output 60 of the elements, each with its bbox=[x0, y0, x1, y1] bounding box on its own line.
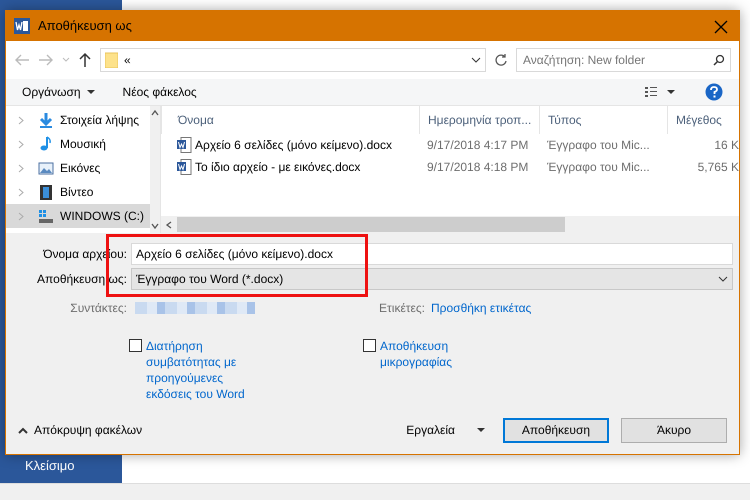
drive-icon bbox=[38, 208, 54, 224]
save-type-dropdown[interactable]: Έγγραφο του Word (*.docx) bbox=[131, 268, 733, 290]
music-note-icon bbox=[38, 136, 54, 152]
chevron-up-icon bbox=[18, 426, 28, 434]
search-icon[interactable] bbox=[713, 54, 725, 66]
dropdown-caret-icon[interactable] bbox=[718, 276, 728, 282]
view-options-icon[interactable] bbox=[645, 86, 677, 98]
sidebar-item[interactable]: Μουσική bbox=[6, 132, 150, 156]
column-header[interactable]: Τύπος bbox=[539, 106, 667, 134]
file-date: 9/17/2018 4:17 PM bbox=[426, 137, 530, 154]
close-menu-item[interactable]: Κλείσιμο bbox=[0, 456, 122, 475]
file-size: 16 K bbox=[713, 137, 739, 154]
document-app-icon bbox=[14, 18, 30, 34]
folder-icon bbox=[105, 52, 118, 68]
horizontal-scrollbar[interactable] bbox=[0, 483, 750, 500]
search-field[interactable]: Αναζήτηση: New folder bbox=[516, 48, 731, 72]
up-arrow-icon[interactable] bbox=[78, 52, 92, 68]
column-header[interactable]: Όνομα bbox=[161, 106, 419, 134]
hide-folders-button[interactable]: Απόκρυψη φακέλων bbox=[18, 421, 142, 439]
file-name: Αρχείο 6 σελίδες (μόνο κείμενο).docx bbox=[195, 137, 392, 154]
refresh-icon[interactable] bbox=[494, 53, 508, 67]
file-type: Έγγραφο του Mic... bbox=[546, 159, 651, 176]
sidebar-item[interactable]: Στοιχεία λήψης bbox=[6, 108, 150, 132]
file-name: Το ίδιο αρχείο - με εικόνες.docx bbox=[195, 159, 360, 176]
word-document-icon bbox=[177, 159, 192, 175]
help-icon[interactable] bbox=[705, 83, 723, 101]
film-strip-icon bbox=[38, 184, 54, 200]
caret-icon bbox=[86, 90, 95, 94]
picture-icon bbox=[38, 160, 54, 176]
field-label: Ετικέτες: bbox=[378, 300, 425, 317]
caret-icon bbox=[477, 428, 485, 432]
checkbox[interactable] bbox=[129, 339, 142, 352]
file-date: 9/17/2018 4:18 PM bbox=[426, 159, 530, 176]
word-document-icon bbox=[177, 137, 192, 153]
address-bar[interactable]: « bbox=[100, 48, 486, 72]
add-tag-link[interactable]: Προσθήκη ετικέτας bbox=[431, 299, 532, 317]
checkbox-label[interactable]: Αποθήκευση μικρογραφίας bbox=[380, 338, 505, 370]
column-header[interactable]: Ημερομηνία τροπ... bbox=[419, 106, 539, 134]
sidebar-item[interactable]: Βίντεο bbox=[6, 180, 150, 204]
file-type: Έγγραφο του Mic... bbox=[546, 137, 651, 154]
checkbox[interactable] bbox=[363, 339, 376, 352]
column-header[interactable]: Μέγεθος bbox=[667, 106, 739, 134]
cancel-button[interactable]: Άκυρο bbox=[621, 418, 727, 442]
file-size: 5,765 K bbox=[696, 159, 739, 176]
file-row[interactable]: Αρχείο 6 σελίδες (μόνο κείμενο).docx 9/17/2018 4:17 PM Έγγραφο του Mic... 16 K bbox=[161, 134, 739, 156]
new-folder-button[interactable]: Νέος φάκελος bbox=[122, 83, 197, 101]
download-arrow-icon bbox=[38, 112, 54, 128]
scrollbar-thumb[interactable] bbox=[177, 217, 565, 232]
save-button[interactable]: Αποθήκευση bbox=[503, 418, 609, 442]
window-title: Αποθήκευση ως bbox=[38, 17, 132, 36]
field-label: Συντάκτες: bbox=[69, 300, 127, 317]
sidebar-item[interactable]: WINDOWS (C:) bbox=[6, 204, 150, 228]
file-row[interactable]: Το ίδιο αρχείο - με εικόνες.docx 9/17/2018 4:18 PM Έγγραφο του Mic... 5,765 K bbox=[161, 156, 739, 178]
dropdown-caret-icon[interactable] bbox=[471, 57, 481, 63]
organize-menu[interactable]: Οργάνωση bbox=[22, 83, 95, 101]
checkbox-label[interactable]: Διατήρηση συμβατότητας με προηγούμενες εκδόσεις του Word bbox=[146, 338, 271, 402]
filename-field[interactable]: Αρχείο 6 σελίδες (μόνο κείμενο).docx bbox=[131, 243, 733, 265]
sidebar-item[interactable]: Εικόνες bbox=[6, 156, 150, 180]
tools-menu[interactable]: Εργαλεία bbox=[406, 421, 485, 439]
field-label: Αποθήκευση ως: bbox=[36, 271, 127, 288]
